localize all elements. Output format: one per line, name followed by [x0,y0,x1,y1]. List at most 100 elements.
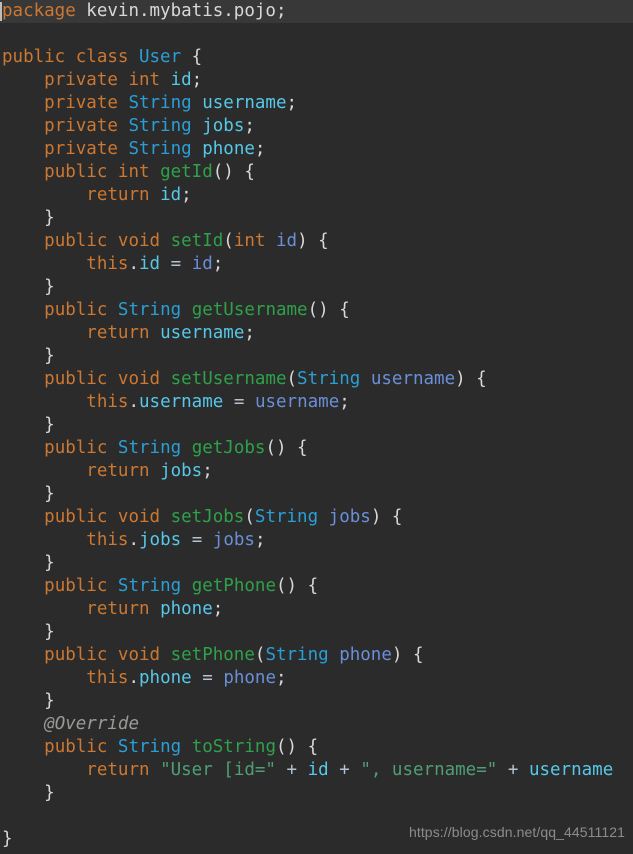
code-line[interactable]: public void setPhone(String phone) { [0,644,633,667]
code-token-pun: ) { [455,369,487,389]
code-token-pun: ; [244,323,255,343]
code-line[interactable]: return jobs; [0,460,633,483]
code-content[interactable]: package kevin.mybatis.pojo; public class… [0,0,633,851]
code-line[interactable]: public String getUsername() { [0,299,633,322]
code-line[interactable]: private String phone; [0,138,633,161]
code-line[interactable]: public String toString() { [0,736,633,759]
code-token-par: id [191,254,213,274]
code-token-pun [181,530,192,550]
code-token-fld: jobs [202,116,245,136]
code-token-pun [497,760,508,780]
code-token-type: String [128,93,192,113]
code-token-kw: return [86,185,161,205]
code-token-str: "User [id=" [160,760,276,780]
code-token-fld: id [139,254,161,274]
code-line[interactable]: } [0,345,633,368]
code-line[interactable]: this.phone = phone; [0,667,633,690]
code-token-pun [2,760,86,780]
code-line[interactable]: public String getPhone() { [0,575,633,598]
code-token-kw: private [44,116,129,136]
code-line[interactable]: private int id; [0,69,633,92]
code-token-fld: jobs [160,461,203,481]
code-line[interactable]: private String jobs; [0,115,633,138]
code-line[interactable]: public void setUsername(String username)… [0,368,633,391]
code-token-pun: ; [244,116,255,136]
code-token-pun [2,392,86,412]
code-token-pun: . [128,530,139,550]
code-line[interactable]: this.jobs = jobs; [0,529,633,552]
code-token-op: + [507,760,519,780]
code-line[interactable]: } [0,207,633,230]
code-token-fld: id [307,760,329,780]
code-token-pun: ) { [297,231,329,251]
code-token-pun: () { [307,300,350,320]
code-token-op: + [286,760,298,780]
code-token-fld: phone [160,599,213,619]
code-line[interactable]: public void setId(int id) { [0,230,633,253]
code-token-pun [2,139,44,159]
code-line[interactable]: public String getJobs() { [0,437,633,460]
code-token-pun: } [2,691,55,711]
code-token-kw: package [2,1,87,21]
code-token-pun [192,139,203,159]
code-line[interactable]: } [0,414,633,437]
code-token-pun [329,645,340,665]
code-token-mth: setJobs [170,507,245,527]
code-token-pun: ; [254,139,266,159]
code-line[interactable]: } [0,276,633,299]
code-line[interactable]: return id; [0,184,633,207]
code-line[interactable]: return phone; [0,598,633,621]
code-token-kw: public int [44,162,161,182]
code-token-fld: phone [202,139,255,159]
code-token-pun [2,70,44,90]
code-token-pun [2,300,44,320]
code-token-pun: ; [276,668,287,688]
code-line[interactable]: return "User [id=" + id + ", username=" … [0,759,633,782]
code-line[interactable]: } [0,621,633,644]
code-token-fld: username [202,93,287,113]
code-token-type: String [128,116,192,136]
code-line[interactable]: } [0,552,633,575]
code-token-pun [2,231,44,251]
code-token-pun: ( [223,231,234,251]
code-token-pun: () { [212,162,255,182]
code-token-kw: return [86,599,161,619]
code-token-kw: this [86,668,129,688]
code-token-op: = [170,254,182,274]
code-token-pun: } [2,415,55,435]
code-token-kw: public void [44,369,171,389]
code-token-kw: this [86,530,129,550]
code-line[interactable]: this.id = id; [0,253,633,276]
code-line[interactable]: package kevin.mybatis.pojo; [0,0,633,23]
code-token-type: String [117,737,182,757]
code-token-mth: getUsername [191,300,308,320]
code-line[interactable]: } [0,483,633,506]
code-line[interactable]: private String username; [0,92,633,115]
code-token-mth: toString [191,737,276,757]
code-token-pun: } [2,553,55,573]
code-token-pun [2,668,86,688]
code-line[interactable]: return username; [0,322,633,345]
code-token-pun: . [128,392,139,412]
code-line[interactable]: public class User { [0,46,633,69]
code-token-pun [2,645,44,665]
code-line[interactable]: @Override [0,713,633,736]
code-token-par: id [275,231,298,251]
code-line[interactable]: public void setJobs(String jobs) { [0,506,633,529]
code-editor[interactable]: package kevin.mybatis.pojo; public class… [0,0,633,854]
code-line[interactable] [0,23,633,46]
code-line[interactable]: } [0,690,633,713]
code-token-mth: setUsername [170,369,287,389]
code-token-pun: } [2,783,55,803]
code-token-type: String [254,507,319,527]
code-token-type: String [117,576,182,596]
code-line[interactable]: } [0,782,633,805]
code-token-pun: } [2,829,13,849]
code-line[interactable]: public int getId() { [0,161,633,184]
code-token-kw: public [44,737,118,757]
code-token-pun [360,369,371,389]
code-token-pun: { [181,47,203,67]
code-token-pun [223,392,234,412]
code-line[interactable]: this.username = username; [0,391,633,414]
code-token-pun [181,576,192,596]
